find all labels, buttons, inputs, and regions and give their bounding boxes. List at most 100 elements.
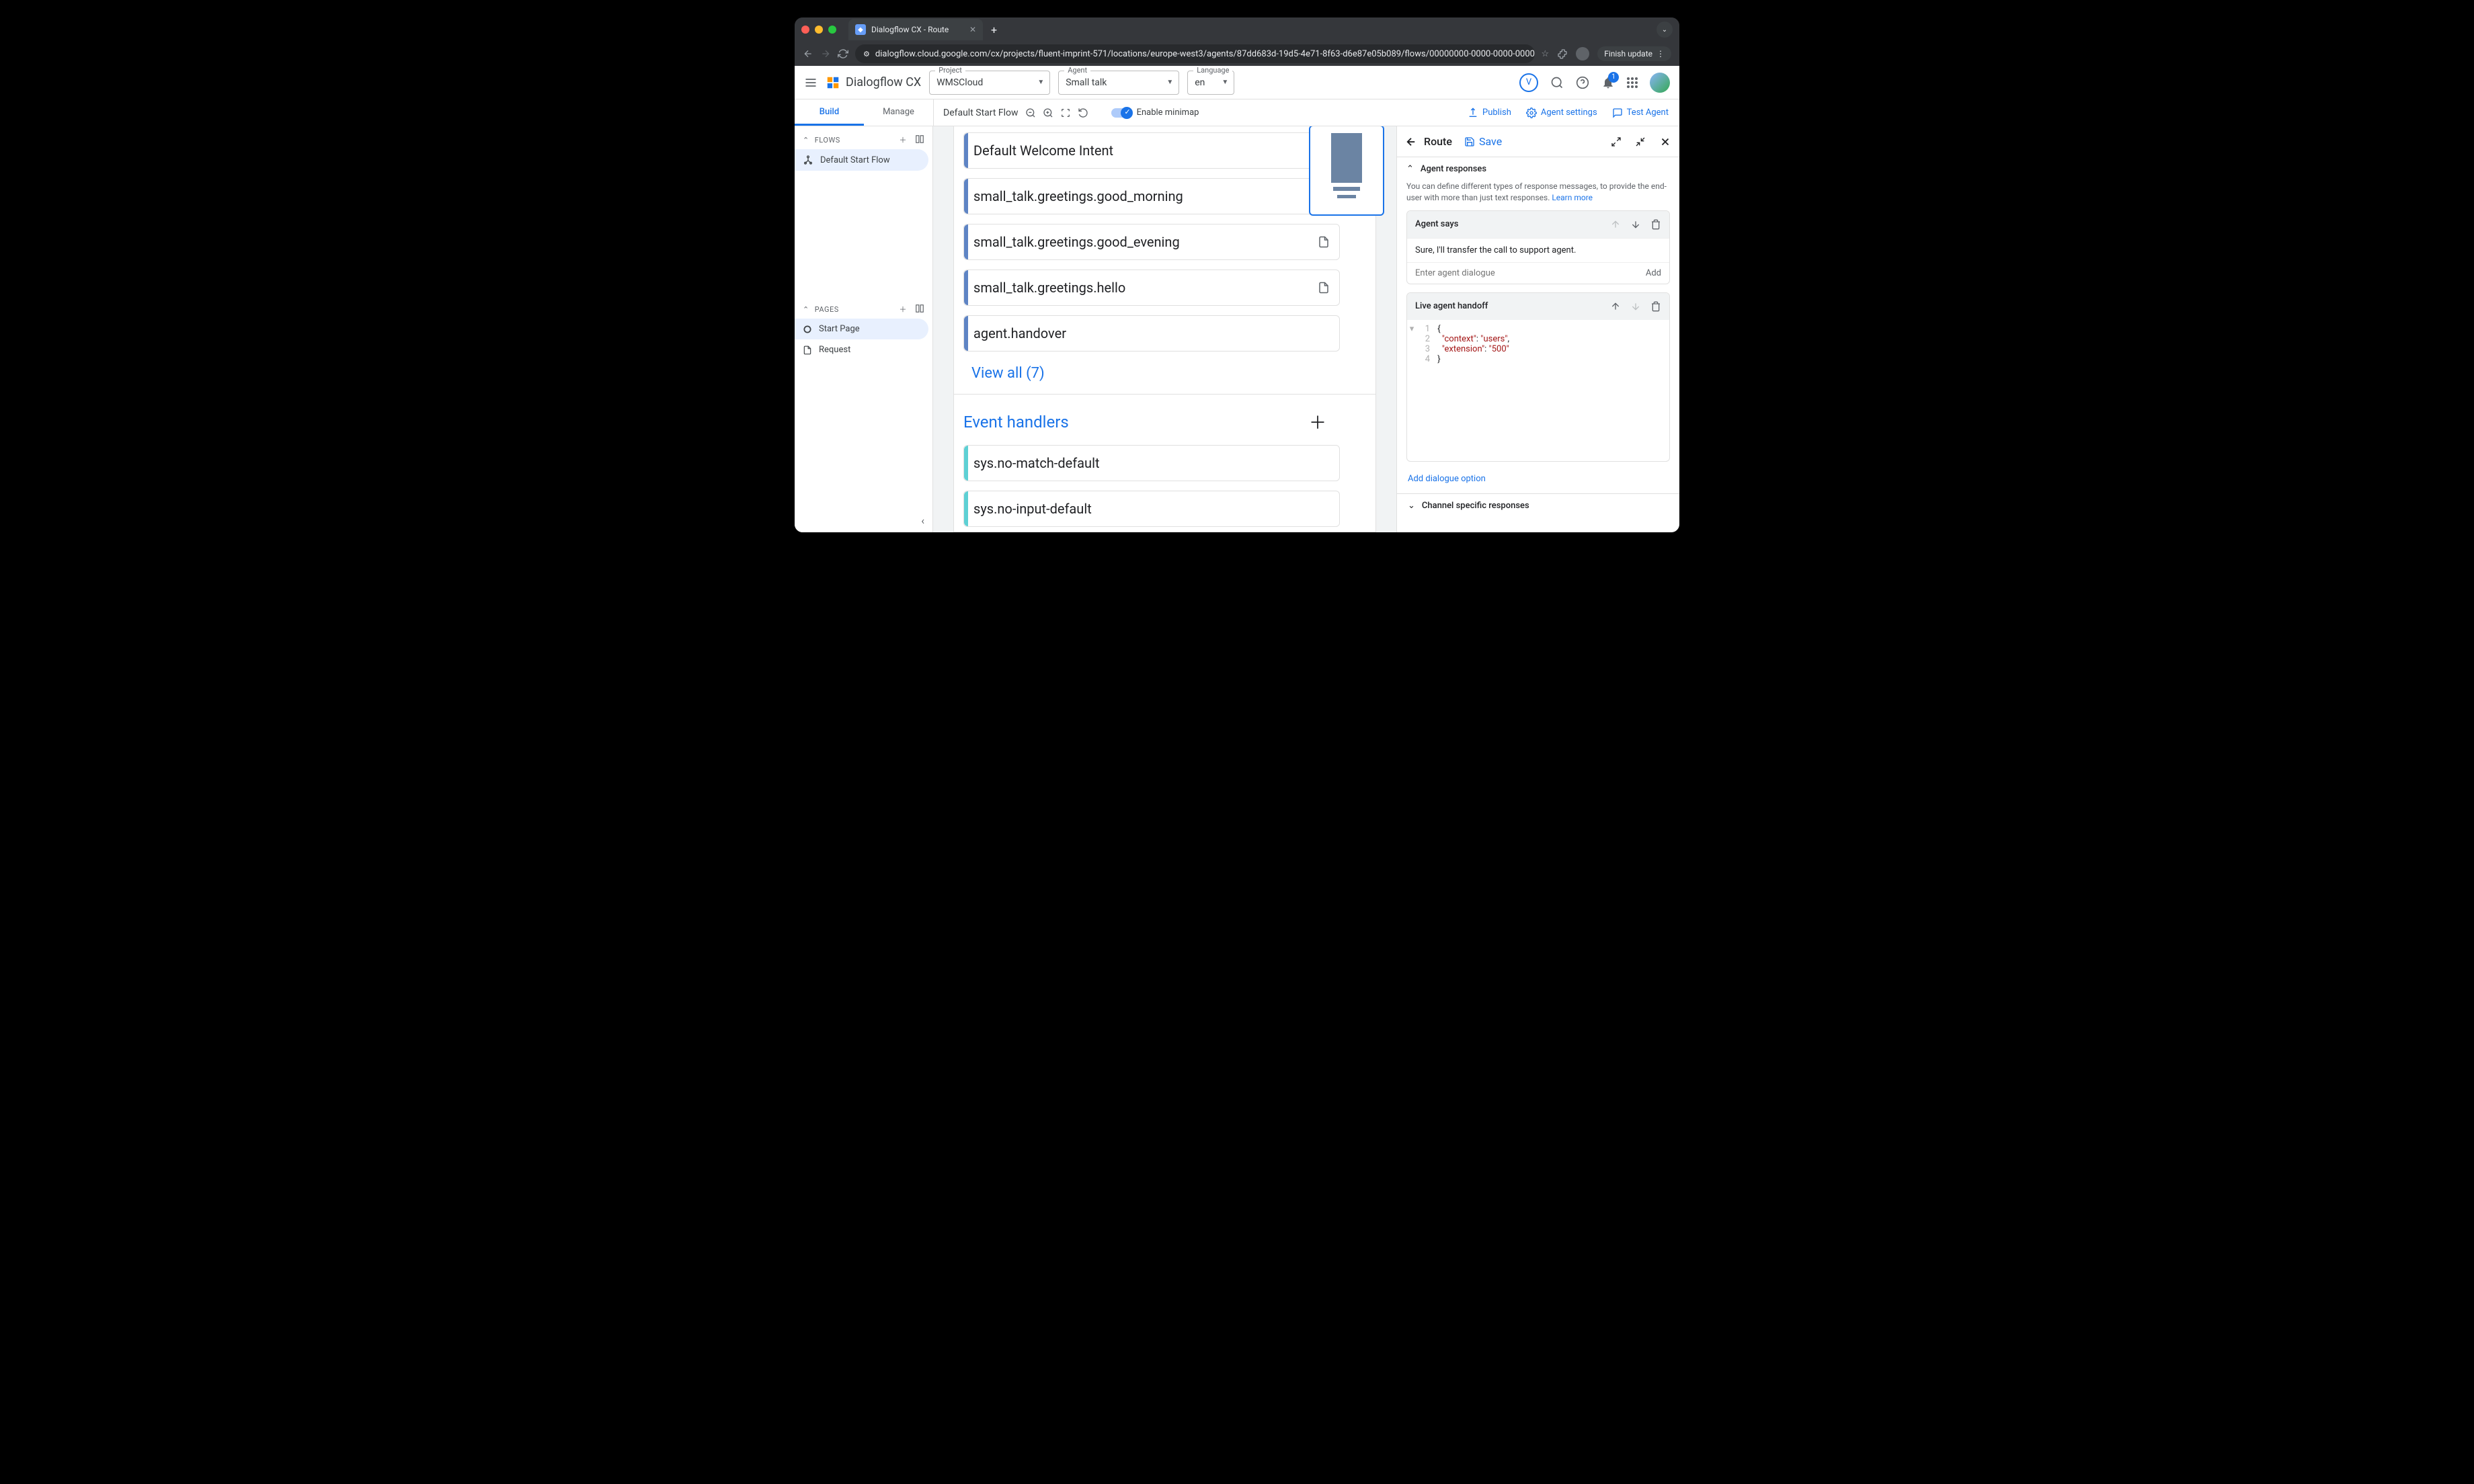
json-editor[interactable]: ▾1 { 2 "context": "users", 3 "extension"… (1407, 320, 1669, 461)
apps-grid-icon[interactable] (1627, 77, 1638, 88)
page-icon (1318, 236, 1330, 248)
flow-item-label: Default Start Flow (820, 155, 890, 165)
notifications-icon[interactable]: 1 (1601, 76, 1615, 89)
move-down-icon[interactable] (1630, 301, 1641, 312)
user-initial-avatar[interactable]: V (1519, 73, 1538, 92)
search-icon[interactable] (1550, 76, 1564, 89)
minimap-label: Enable minimap (1137, 108, 1199, 118)
route-item[interactable]: small_talk.greetings.good_evening (963, 224, 1340, 260)
close-window[interactable] (801, 26, 809, 34)
route-item[interactable]: small_talk.greetings.good_morning (963, 178, 1340, 214)
agent-says-title: Agent says (1415, 219, 1458, 229)
expand-icon[interactable] (1611, 136, 1622, 147)
collapse-icon[interactable] (1635, 136, 1646, 147)
add-event-handler-icon[interactable]: ＋ (1309, 409, 1340, 434)
agent-settings-button[interactable]: Agent settings (1526, 108, 1597, 118)
collapse-pages-icon[interactable]: ⌃ (803, 305, 809, 314)
add-dialogue-option[interactable]: Add dialogue option (1397, 470, 1679, 493)
tab-build[interactable]: Build (795, 99, 864, 126)
user-initial: V (1526, 77, 1531, 87)
project-selector[interactable]: Project WMSCloud ▼ (929, 71, 1050, 95)
back-icon[interactable] (1405, 136, 1417, 148)
collapse-section-icon[interactable]: ⌃ (1406, 164, 1414, 174)
route-item[interactable]: small_talk.greetings.hello (963, 270, 1340, 306)
flows-header: FLOWS (815, 136, 840, 145)
language-selector[interactable]: Language en ▼ (1187, 71, 1234, 95)
fit-icon[interactable] (1060, 108, 1071, 118)
browser-profile-icon[interactable] (1576, 47, 1589, 60)
panel-title: Route (1424, 135, 1452, 148)
page-list-icon[interactable] (915, 304, 924, 315)
browser-tab-strip: ◆ Dialogflow CX - Route ✕ + ⌄ (795, 17, 1679, 42)
route-item[interactable]: Default Welcome Intent (963, 132, 1340, 169)
site-settings-icon[interactable]: ⚙ (863, 50, 870, 58)
secondary-bar: Build Manage Default Start Flow ✓ Enable… (795, 99, 1679, 126)
agent-value: Small talk (1066, 77, 1107, 88)
agent-says-text[interactable]: Sure, I'll transfer the call to support … (1407, 238, 1669, 262)
reload-icon[interactable] (838, 48, 848, 59)
tab-favicon: ◆ (855, 24, 866, 35)
finish-update-button[interactable]: Finish update ⋮ (1597, 46, 1671, 61)
flow-item-default-start-flow[interactable]: Default Start Flow (795, 149, 928, 171)
add-flow-icon[interactable]: ＋ (900, 134, 908, 145)
app-top-bar: Dialogflow CX Project WMSCloud ▼ Agent S… (795, 66, 1679, 99)
zoom-out-icon[interactable] (1025, 108, 1036, 118)
reset-icon[interactable] (1078, 108, 1088, 118)
new-tab-button[interactable]: + (988, 21, 1000, 39)
agent-selector-label: Agent (1064, 66, 1090, 75)
move-up-icon[interactable] (1610, 219, 1621, 230)
page-item-request[interactable]: Request (795, 339, 928, 360)
move-up-icon[interactable] (1610, 301, 1621, 312)
close-tab-icon[interactable]: ✕ (969, 25, 976, 34)
delete-icon[interactable] (1650, 301, 1661, 312)
product-logo[interactable]: Dialogflow CX (826, 75, 921, 90)
collapse-left-panel-icon[interactable]: ‹ (921, 514, 924, 527)
back-icon[interactable] (803, 48, 813, 59)
language-value: en (1195, 77, 1205, 88)
page-icon (1318, 282, 1330, 294)
page-item-start-page[interactable]: Start Page (795, 319, 928, 339)
chevron-down-icon: ▼ (1166, 79, 1173, 86)
browser-tab[interactable]: ◆ Dialogflow CX - Route ✕ (848, 19, 983, 40)
route-side-panel: Route Save ⌃ Agent responses (1397, 126, 1679, 532)
minimap-toggle[interactable]: ✓ (1111, 108, 1131, 118)
bookmark-icon[interactable]: ☆ (1542, 49, 1550, 59)
user-photo[interactable] (1650, 73, 1670, 93)
add-page-icon[interactable]: ＋ (900, 304, 908, 315)
help-icon[interactable] (1576, 76, 1589, 89)
flow-canvas[interactable]: Default Welcome Intent small_talk.greeti… (933, 126, 1397, 532)
save-button[interactable]: Save (1464, 135, 1502, 148)
project-selector-label: Project (935, 66, 965, 75)
language-selector-label: Language (1193, 66, 1232, 75)
tab-manage[interactable]: Manage (864, 99, 933, 126)
forward-icon[interactable] (820, 48, 831, 59)
minimize-window[interactable] (815, 26, 823, 34)
view-all-routes[interactable]: View all (7) (963, 361, 1340, 394)
event-item[interactable]: sys.no-match-default (963, 445, 1340, 481)
channel-responses-section[interactable]: ⌄ Channel specific responses (1397, 493, 1679, 518)
zoom-in-icon[interactable] (1043, 108, 1053, 118)
move-down-icon[interactable] (1630, 219, 1641, 230)
window-controls (801, 26, 836, 34)
url-field[interactable]: ⚙ dialogflow.cloud.google.com/cx/project… (855, 44, 1535, 63)
page-item-label: Start Page (819, 324, 860, 334)
minimap[interactable] (1309, 126, 1384, 216)
maximize-window[interactable] (828, 26, 836, 34)
flow-name: Default Start Flow (943, 108, 1019, 118)
agent-selector[interactable]: Agent Small talk ▼ (1058, 71, 1179, 95)
learn-more-link[interactable]: Learn more (1552, 193, 1593, 202)
add-dialogue-button[interactable]: Add (1646, 268, 1661, 278)
agent-dialogue-input[interactable] (1415, 268, 1646, 278)
delete-icon[interactable] (1650, 219, 1661, 230)
close-panel-icon[interactable] (1659, 136, 1671, 148)
test-agent-button[interactable]: Test Agent (1612, 108, 1669, 118)
collapse-flows-icon[interactable]: ⌃ (803, 136, 809, 145)
publish-button[interactable]: Publish (1468, 108, 1511, 118)
menu-icon[interactable] (804, 76, 817, 89)
event-item[interactable]: sys.no-input-default (963, 491, 1340, 527)
flow-list-icon[interactable] (915, 134, 924, 145)
extensions-icon[interactable] (1557, 48, 1568, 59)
route-item[interactable]: agent.handover (963, 315, 1340, 352)
tab-overflow-button[interactable]: ⌄ (1657, 22, 1673, 38)
agent-responses-desc: You can define different types of respon… (1406, 181, 1667, 202)
